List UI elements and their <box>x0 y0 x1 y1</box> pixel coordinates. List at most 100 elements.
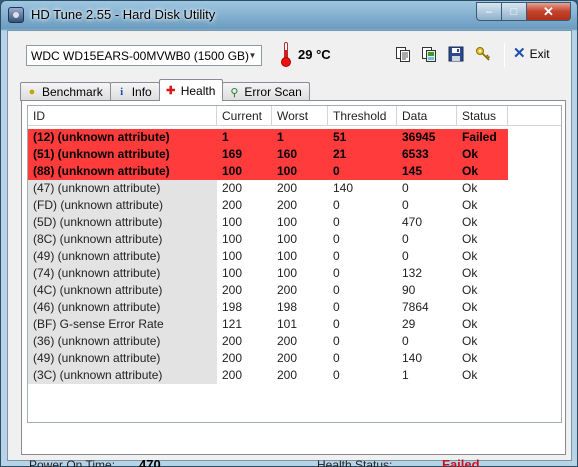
cell-worst: 100 <box>277 249 298 263</box>
maximize-button[interactable]: □ <box>502 2 527 21</box>
cell-data: 0 <box>402 198 409 212</box>
toolbar: WDC WD15EARS-00MVWB0 (1500 GB) ▼ 29 °C ✕… <box>8 31 571 77</box>
cell-worst: 160 <box>272 146 328 163</box>
tab-benchmark[interactable]: ● Benchmark <box>20 82 111 101</box>
cell-worst: 200 <box>277 181 298 195</box>
table-row[interactable]: (36) (unknown attribute) 200 200 0 0 Ok <box>28 333 561 350</box>
cell-threshold: 0 <box>333 232 340 246</box>
cell-threshold: 0 <box>333 368 340 382</box>
cell-data: 0 <box>402 181 409 195</box>
column-header-threshold[interactable]: Threshold <box>328 106 397 126</box>
save-icon[interactable] <box>448 46 464 62</box>
thermometer-icon <box>281 42 291 67</box>
copy-screen-icon[interactable] <box>421 46 437 62</box>
cell-status: Ok <box>462 232 478 246</box>
cell-current: 1 <box>217 129 272 146</box>
column-header-data[interactable]: Data <box>397 106 457 126</box>
minimize-button[interactable]: – <box>476 2 502 21</box>
cell-data: 145 <box>397 163 457 180</box>
exit-label: Exit <box>529 47 550 61</box>
table-row[interactable]: (74) (unknown attribute) 100 100 0 132 Ok <box>28 265 561 282</box>
exit-button[interactable]: ✕ Exit <box>513 45 550 62</box>
tab-bar: ● Benchmark i Info ✚ Health ⚲ Error Scan <box>20 79 310 101</box>
table-row[interactable]: (BF) G-sense Error Rate 121 101 0 29 Ok <box>28 316 561 333</box>
cell-current: 200 <box>222 198 243 212</box>
cell-current: 100 <box>222 232 243 246</box>
table-row[interactable]: (49) (unknown attribute) 200 200 0 140 Ok <box>28 350 561 367</box>
cell-id: (46) (unknown attribute) <box>28 299 217 316</box>
options-icon[interactable] <box>475 46 491 62</box>
cell-current: 121 <box>222 317 243 331</box>
table-row[interactable]: (8C) (unknown attribute) 100 100 0 0 Ok <box>28 231 561 248</box>
column-header-status[interactable]: Status <box>457 106 508 126</box>
cell-current: 200 <box>222 368 243 382</box>
cell-id: (51) (unknown attribute) <box>28 146 217 163</box>
window-title: HD Tune 2.55 - Hard Disk Utility <box>31 7 216 22</box>
drive-select[interactable]: WDC WD15EARS-00MVWB0 (1500 GB) ▼ <box>26 45 262 66</box>
cell-worst: 198 <box>277 300 298 314</box>
cell-worst: 100 <box>272 163 328 180</box>
cell-id: (BF) G-sense Error Rate <box>28 316 217 333</box>
table-row[interactable]: (FD) (unknown attribute) 200 200 0 0 Ok <box>28 197 561 214</box>
app-icon <box>8 7 24 23</box>
power-on-label: Power On Time: <box>29 458 116 467</box>
column-header-current[interactable]: Current <box>217 106 272 126</box>
table-header: ID Current Worst Threshold Data Status <box>28 106 561 126</box>
cell-id: (88) (unknown attribute) <box>28 163 217 180</box>
info-icon: i <box>120 86 124 98</box>
tab-info[interactable]: i Info <box>109 82 160 101</box>
cell-current: 100 <box>222 266 243 280</box>
cell-data: 140 <box>402 351 423 365</box>
chevron-down-icon[interactable]: ▼ <box>244 46 261 65</box>
cell-threshold: 0 <box>333 300 340 314</box>
table-row[interactable]: (51) (unknown attribute) 169 160 21 6533 Ok <box>28 146 561 163</box>
table-row[interactable]: (3C) (unknown attribute) 200 200 0 1 Ok <box>28 367 561 384</box>
table-row[interactable]: (88) (unknown attribute) 100 100 0 145 Ok <box>28 163 561 180</box>
table-row[interactable]: (46) (unknown attribute) 198 198 0 7864 Ok <box>28 299 561 316</box>
table-row[interactable]: (49) (unknown attribute) 100 100 0 0 Ok <box>28 248 561 265</box>
tab-health[interactable]: ✚ Health <box>158 79 224 101</box>
exit-icon: ✕ <box>513 45 526 62</box>
cell-threshold: 0 <box>333 351 340 365</box>
table-row[interactable]: (47) (unknown attribute) 200 200 140 0 Ok <box>28 180 561 197</box>
power-on-value: 470 <box>139 457 161 467</box>
column-header-worst[interactable]: Worst <box>272 106 328 126</box>
cell-worst: 100 <box>277 266 298 280</box>
close-button[interactable]: ✕ <box>527 2 571 21</box>
cell-current: 100 <box>217 163 272 180</box>
cell-id: (3C) (unknown attribute) <box>28 367 217 384</box>
health-status-value: Failed <box>442 457 480 467</box>
toolbar-separator <box>504 43 505 67</box>
copy-text-icon[interactable] <box>395 46 411 62</box>
cell-id: (FD) (unknown attribute) <box>28 197 217 214</box>
cell-status: Ok <box>462 283 478 297</box>
cell-threshold: 0 <box>333 283 340 297</box>
cell-current: 200 <box>222 351 243 365</box>
cell-status: Ok <box>462 351 478 365</box>
tab-error-scan[interactable]: ⚲ Error Scan <box>222 82 310 101</box>
tab-label: Info <box>131 85 152 99</box>
cell-id: (8C) (unknown attribute) <box>28 231 217 248</box>
cell-worst: 200 <box>277 283 298 297</box>
cell-id: (36) (unknown attribute) <box>28 333 217 350</box>
cell-threshold: 21 <box>328 146 397 163</box>
smart-attributes-table[interactable]: ID Current Worst Threshold Data Status (… <box>27 105 562 423</box>
table-row[interactable]: (5D) (unknown attribute) 100 100 0 470 Ok <box>28 214 561 231</box>
cell-id: (74) (unknown attribute) <box>28 265 217 282</box>
table-row[interactable]: (12) (unknown attribute) 1 1 51 36945 Failed <box>28 129 561 146</box>
cell-status: Ok <box>462 368 478 382</box>
cell-status: Failed <box>457 129 508 146</box>
cell-status: Ok <box>462 198 478 212</box>
health-status-label: Health Status: <box>317 458 393 467</box>
cell-id: (49) (unknown attribute) <box>28 248 217 265</box>
cell-status: Ok <box>462 300 478 314</box>
app-window: HD Tune 2.55 - Hard Disk Utility – □ ✕ W… <box>0 0 578 467</box>
table-row[interactable]: (4C) (unknown attribute) 200 200 0 90 Ok <box>28 282 561 299</box>
cell-current: 200 <box>222 181 243 195</box>
bulb-icon: ● <box>28 86 36 98</box>
drive-select-value: WDC WD15EARS-00MVWB0 (1500 GB) <box>31 48 250 63</box>
cell-data: 7864 <box>402 300 429 314</box>
column-header-id[interactable]: ID <box>28 106 217 126</box>
title-bar[interactable]: HD Tune 2.55 - Hard Disk Utility – □ ✕ <box>1 1 577 29</box>
health-cross-icon: ✚ <box>166 85 176 97</box>
